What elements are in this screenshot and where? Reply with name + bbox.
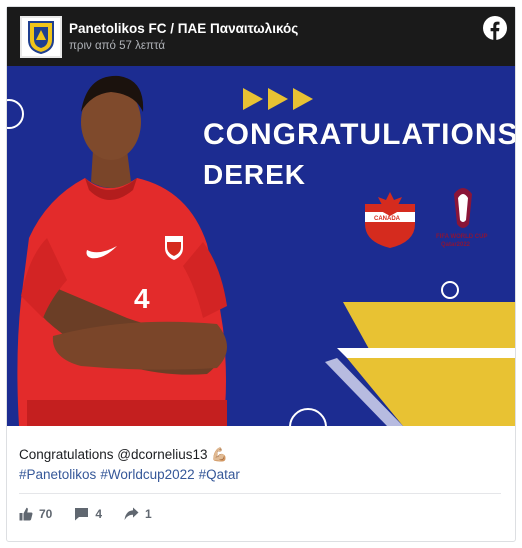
hashtag-link[interactable]: #Qatar	[199, 467, 240, 482]
post-image[interactable]: CONGRATULATIONS DEREK 4 CANADA FIFA WORL…	[7, 66, 515, 426]
white-stripe	[337, 348, 515, 358]
world-cup-label: FIFA WORLD CUP	[436, 234, 488, 240]
hashtag-link[interactable]: #Worldcup2022	[100, 467, 194, 482]
page-name[interactable]: Panetolikos FC / ΠΑΕ Παναιτωλικός	[69, 21, 298, 36]
share-icon	[124, 507, 139, 520]
post-caption: Congratulations @dcornelius13 💪🏼	[19, 447, 229, 462]
hashtag-link[interactable]: #Panetolikos	[19, 467, 96, 482]
comment-action[interactable]: 4	[74, 507, 102, 521]
like-action[interactable]: 70	[19, 507, 52, 521]
jersey-number: 4	[134, 283, 150, 314]
post-divider	[19, 493, 501, 494]
facebook-post: Panetolikos FC / ΠΑΕ Παναιτωλικός πριν α…	[6, 6, 516, 542]
like-count: 70	[39, 507, 53, 521]
post-hashtags: #Panetolikos #Worldcup2022 #Qatar	[19, 465, 499, 485]
world-cup-sublabel: Qatar2022	[441, 242, 471, 248]
facebook-icon[interactable]	[483, 16, 507, 40]
canada-crest-label: CANADA	[374, 216, 400, 222]
page-avatar[interactable]	[20, 16, 62, 58]
post-header: Panetolikos FC / ΠΑΕ Παναιτωλικός πριν α…	[7, 7, 515, 66]
thumbs-up-icon	[19, 507, 33, 521]
image-headline: CONGRATULATIONS	[203, 118, 515, 151]
share-count: 1	[145, 507, 152, 521]
image-player-name: DEREK	[203, 159, 307, 190]
post-timestamp[interactable]: πριν από 57 λεπτά	[69, 40, 165, 52]
post-body: Congratulations @dcornelius13 💪🏼 #Paneto…	[19, 445, 499, 485]
comment-icon	[75, 508, 89, 521]
panetolikos-crest-logo	[28, 21, 54, 55]
share-action[interactable]: 1	[124, 507, 152, 521]
comment-count: 4	[95, 507, 103, 521]
post-actions: 70 4 1	[19, 504, 174, 524]
